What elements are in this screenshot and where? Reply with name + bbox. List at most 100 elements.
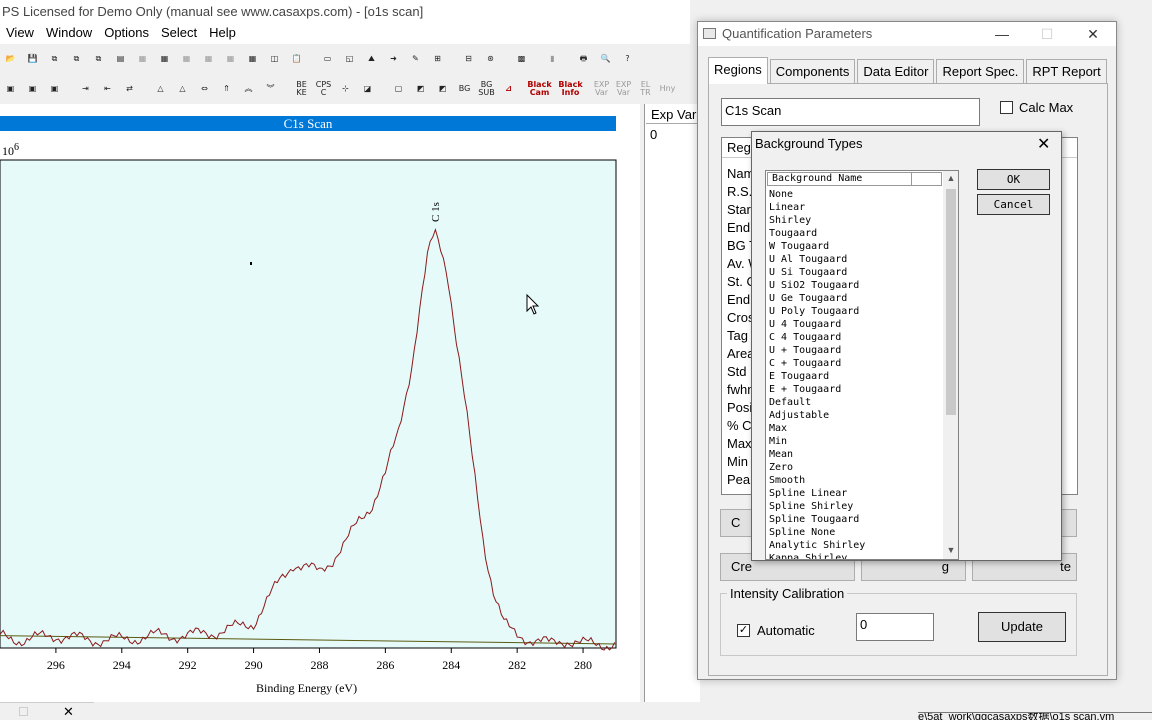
scroll-thumb[interactable] [946, 189, 956, 415]
close-icon[interactable]: ✕ [63, 704, 74, 720]
display-icon[interactable]: ▢ [388, 79, 409, 100]
background-item[interactable]: C 4 Tougaard [769, 331, 941, 344]
ok-button[interactable]: OK [977, 169, 1050, 190]
spectrum-icon[interactable]: ◪ [357, 79, 378, 100]
background-item[interactable]: Linear [769, 201, 941, 214]
library-icon[interactable]: ◫ [264, 49, 285, 70]
background-item[interactable]: Tougaard [769, 227, 941, 240]
processing-icon[interactable]: ⊞ [427, 49, 448, 70]
automatic-box[interactable]: ✓ [737, 624, 750, 637]
black-cam-button[interactable]: Black Cam [527, 79, 551, 100]
copy-block-icon[interactable]: ⧉ [88, 49, 109, 70]
menu-help[interactable]: Help [203, 24, 242, 44]
hny-button[interactable]: Hny [657, 79, 678, 100]
tab-components[interactable]: Components [769, 59, 856, 83]
cps-button[interactable]: CPS C [313, 79, 334, 100]
open-icon[interactable]: 📂 [0, 49, 21, 70]
background-list-header[interactable]: Background Name [767, 172, 942, 186]
background-item[interactable]: E Tougaard [769, 370, 941, 383]
menu-select[interactable]: Select [155, 24, 203, 44]
tile-icon[interactable]: ▦ [132, 49, 153, 70]
background-item[interactable]: U 4 Tougaard [769, 318, 941, 331]
maximize-button[interactable]: ☐ [1025, 23, 1069, 45]
black-info-button[interactable]: Black Info [558, 79, 582, 100]
background-item[interactable]: Shirley [769, 214, 941, 227]
background-item[interactable]: U Poly Tougaard [769, 305, 941, 318]
background-item[interactable]: W Tougaard [769, 240, 941, 253]
tab-regions[interactable]: Regions [708, 57, 768, 84]
grid3-icon[interactable]: ▦ [220, 49, 241, 70]
bg-icon[interactable]: BG [454, 79, 475, 100]
scrollbar[interactable]: ▲ ▼ [943, 171, 958, 559]
region-name-input[interactable]: C1s Scan [721, 98, 980, 126]
print-preview-icon[interactable]: 🔍 [595, 49, 616, 70]
be-ke-button[interactable]: BE KE [291, 79, 312, 100]
marker-icon[interactable]: ▮ [542, 49, 563, 70]
background-item[interactable]: None [769, 188, 941, 201]
overlay-icon[interactable]: ▣ [0, 79, 21, 100]
tab-data-editor[interactable]: Data Editor [857, 59, 935, 83]
background-item[interactable]: C + Tougaard [769, 357, 941, 370]
background-item[interactable]: Default [769, 396, 941, 409]
arrow-right-icon[interactable]: ➜ [383, 49, 404, 70]
restore-icon[interactable]: ☐ [18, 705, 29, 719]
page-icon[interactable]: ▤ [110, 49, 131, 70]
background-item[interactable]: Kappa Shirley [769, 552, 941, 559]
triangle2-icon[interactable]: △ [172, 79, 193, 100]
background-item[interactable]: Smooth [769, 474, 941, 487]
overlay2-icon[interactable]: ▣ [22, 79, 43, 100]
clipboard-icon[interactable]: 📋 [286, 49, 307, 70]
background-item[interactable]: U SiO2 Tougaard [769, 279, 941, 292]
menu-window[interactable]: Window [40, 24, 98, 44]
expand-right-icon[interactable]: ⇥ [75, 79, 96, 100]
spectrum-chart[interactable]: C 1s 296 294 292 290 288 286 284 282 280 [0, 130, 640, 682]
bg-sub-button[interactable]: BG SUB [476, 79, 497, 100]
scroll-down-icon[interactable]: ▼ [943, 545, 958, 555]
minimize-button[interactable]: — [980, 23, 1024, 45]
calculator-icon[interactable]: ▩ [511, 49, 532, 70]
lineshape-icon[interactable]: ⊿ [498, 79, 519, 100]
close-button[interactable]: ✕ [1071, 23, 1115, 45]
menu-options[interactable]: Options [98, 24, 155, 44]
background-item[interactable]: Spline Shirley [769, 500, 941, 513]
display3-icon[interactable]: ◩ [432, 79, 453, 100]
compute-icon[interactable]: ⊛ [480, 49, 501, 70]
chevron-up-icon[interactable]: ︽ [238, 79, 259, 100]
calc-max-checkbox[interactable]: Calc Max [1000, 100, 1073, 115]
expand-left-icon[interactable]: ⇤ [97, 79, 118, 100]
copy-icon[interactable]: ⧉ [44, 49, 65, 70]
background-item[interactable]: U Ge Tougaard [769, 292, 941, 305]
peak-icon[interactable]: ⛰ [361, 49, 382, 70]
scroll-up-icon[interactable]: ▲ [943, 173, 958, 183]
triangle-icon[interactable]: △ [150, 79, 171, 100]
window-icon[interactable]: ▭ [317, 49, 338, 70]
pen-icon[interactable]: ✎ [405, 49, 426, 70]
scale-icon[interactable]: ◱ [339, 49, 360, 70]
background-item[interactable]: Spline Tougaard [769, 513, 941, 526]
grid2-icon[interactable]: ▦ [198, 49, 219, 70]
cancel-button[interactable]: Cancel [977, 194, 1050, 215]
close-icon[interactable]: ✕ [1037, 134, 1050, 154]
display2-icon[interactable]: ◩ [410, 79, 431, 100]
chevron-down-icon[interactable]: ︾ [260, 79, 281, 100]
background-item[interactable]: Adjustable [769, 409, 941, 422]
contract-icon[interactable]: ⇄ [119, 79, 140, 100]
intensity-value-input[interactable]: 0 [856, 613, 934, 641]
arrow-up-icon[interactable]: ⇑ [216, 79, 237, 100]
background-item[interactable]: U Si Tougaard [769, 266, 941, 279]
help-icon[interactable]: ? [617, 49, 638, 70]
calc-max-box[interactable] [1000, 101, 1013, 114]
tab-rpt-report[interactable]: RPT Report [1026, 59, 1107, 83]
double-arrow-icon[interactable]: ⇔ [194, 79, 215, 100]
scale-y-icon[interactable]: ⊹ [335, 79, 356, 100]
background-item[interactable]: Mean [769, 448, 941, 461]
grid-icon[interactable]: ▦ [176, 49, 197, 70]
background-item[interactable]: U + Tougaard [769, 344, 941, 357]
background-item[interactable]: Analytic Shirley [769, 539, 941, 552]
print-icon[interactable]: 🖶 [573, 49, 594, 70]
background-item[interactable]: Zero [769, 461, 941, 474]
update-button[interactable]: Update [978, 612, 1066, 642]
exp-var2-button[interactable]: EXP Var [613, 79, 634, 100]
automatic-checkbox[interactable]: ✓ Automatic [737, 623, 815, 638]
background-item[interactable]: Max [769, 422, 941, 435]
